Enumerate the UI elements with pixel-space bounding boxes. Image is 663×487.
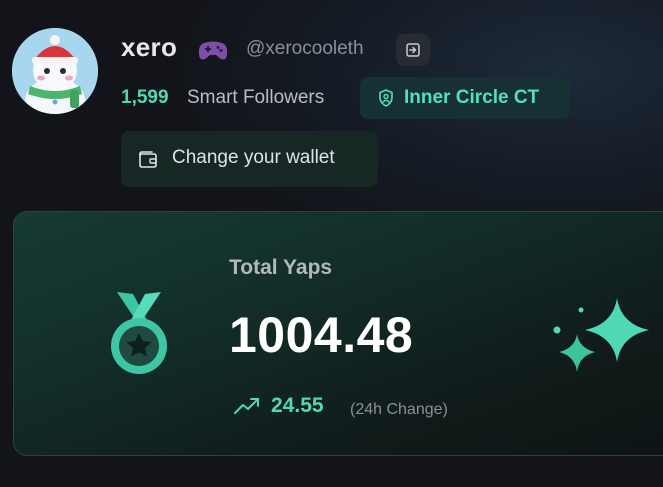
sparkles-icon	[551, 296, 651, 376]
snowman-avatar-icon	[12, 28, 98, 114]
badge-label: Inner Circle CT	[404, 87, 540, 108]
total-yaps-value: 1004.48	[229, 307, 414, 363]
login-button[interactable]	[396, 34, 430, 66]
wallet-icon	[139, 151, 157, 168]
change-label: (24h Change)	[350, 401, 448, 418]
smart-followers-count: 1,599	[121, 87, 169, 108]
total-yaps-title: Total Yaps	[229, 256, 333, 279]
change-wallet-button[interactable]: Change your wallet	[121, 131, 378, 187]
avatar[interactable]	[12, 28, 98, 114]
inner-circle-badge[interactable]: Inner Circle CT	[360, 77, 570, 119]
gamepad-icon	[197, 37, 229, 63]
medal-star-icon	[103, 290, 175, 378]
change-value: 24.55	[271, 394, 324, 417]
profile-handle[interactable]: @xerocooleth	[246, 38, 364, 60]
change-wallet-label: Change your wallet	[172, 147, 335, 168]
profile-name: xero	[121, 32, 178, 62]
shield-user-icon	[379, 89, 393, 107]
login-icon	[406, 43, 420, 57]
smart-followers-label: Smart Followers	[187, 87, 325, 108]
trending-up-icon	[234, 398, 259, 414]
